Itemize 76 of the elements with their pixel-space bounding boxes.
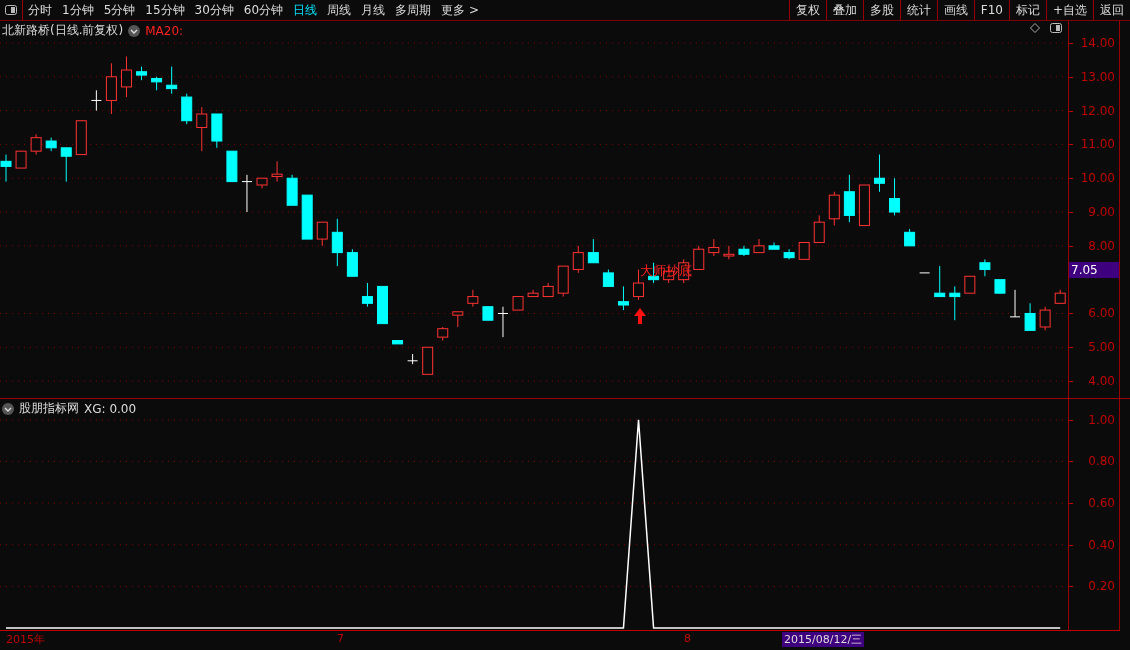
- candlestick: [1009, 289, 1021, 318]
- candlestick: [934, 265, 946, 298]
- axis-label: 13.00: [1080, 69, 1115, 84]
- period-tab[interactable]: 30分钟: [189, 0, 239, 20]
- candlestick: [843, 174, 855, 223]
- axis-label: 1.00: [1088, 412, 1115, 427]
- axis-label: 4.00: [1088, 374, 1115, 389]
- candlestick: [105, 62, 117, 115]
- candlestick: [1039, 306, 1051, 331]
- axis-label: 0.80: [1088, 454, 1115, 469]
- axis-label: 5.00: [1088, 340, 1115, 355]
- candlestick: [316, 221, 328, 247]
- time-axis-label: 2015年: [6, 632, 45, 647]
- candlestick: [181, 93, 193, 125]
- period-tab[interactable]: 15分钟: [140, 0, 190, 20]
- candlestick: [873, 154, 885, 193]
- candlestick: [407, 353, 419, 365]
- candlestick: [271, 160, 283, 183]
- indicator-label: MA20:: [145, 23, 184, 38]
- chevron-down-icon[interactable]: [2, 402, 14, 415]
- period-tab[interactable]: 1分钟: [57, 0, 99, 20]
- chevron-down-icon[interactable]: [128, 24, 141, 37]
- period-tab[interactable]: 多周期: [390, 0, 437, 20]
- candlestick: [828, 191, 840, 227]
- candlestick: [813, 214, 825, 243]
- candlestick: [587, 238, 599, 264]
- time-axis-label: 8: [684, 632, 691, 645]
- axis-label: 0.40: [1088, 537, 1115, 552]
- candlestick: [979, 258, 991, 277]
- panel-toggle-icon[interactable]: [5, 5, 17, 15]
- candlestick: [361, 282, 373, 308]
- axis-label: 0.20: [1088, 579, 1115, 594]
- candlestick: [166, 66, 178, 95]
- series-name: XG: [84, 401, 102, 416]
- cursor-date-label: 2015/08/12/三: [782, 632, 865, 647]
- period-tab[interactable]: 60分钟: [238, 0, 289, 20]
- axis-label: 9.00: [1088, 205, 1115, 220]
- candlestick: [0, 154, 12, 183]
- period-tab[interactable]: 分时: [23, 0, 57, 20]
- candlestick: [60, 147, 72, 183]
- axis-label: 8.00: [1088, 238, 1115, 253]
- candlestick: [617, 285, 629, 311]
- panel-toggle-icon[interactable]: [1050, 23, 1062, 33]
- candlestick: [196, 106, 208, 152]
- candlestick: [30, 133, 42, 156]
- period-tab[interactable]: 日线: [288, 0, 323, 20]
- diamond-icon[interactable]: [1030, 23, 1040, 33]
- candlestick: [241, 174, 253, 213]
- chart-title: 北新路桥(日线.前复权): [2, 22, 124, 39]
- axis-label: 14.00: [1080, 35, 1115, 50]
- candlestick: [1024, 302, 1036, 331]
- axis-label: 6.00: [1088, 306, 1115, 321]
- candlestick: [949, 285, 961, 321]
- current-price-label: 7.05: [1069, 262, 1119, 278]
- time-axis-label: 7: [337, 632, 344, 645]
- indicator-value: : 0.00: [101, 401, 137, 416]
- period-tab[interactable]: 月线: [356, 0, 391, 20]
- indicator-title: 股朋指标网: [19, 400, 79, 417]
- arrow-up-icon: [634, 308, 646, 324]
- candlestick: [497, 306, 509, 338]
- candlestick: [120, 56, 132, 98]
- candlestick: [572, 245, 584, 274]
- period-tab[interactable]: 更多 >: [436, 0, 484, 20]
- candlestick: [346, 248, 358, 277]
- axis-label: 10.00: [1080, 171, 1115, 186]
- candlestick: [467, 289, 479, 308]
- period-tab[interactable]: 周线: [322, 0, 357, 20]
- candlestick: [889, 177, 901, 216]
- axis-label: 11.00: [1080, 137, 1115, 152]
- candlestick: [90, 89, 102, 112]
- candlestick: [331, 218, 343, 267]
- axis-label: 12.00: [1080, 103, 1115, 118]
- candlestick: [723, 245, 735, 260]
- candlestick: [693, 245, 705, 271]
- axis-label: 0.60: [1088, 496, 1115, 511]
- period-tab[interactable]: 5分钟: [98, 0, 141, 20]
